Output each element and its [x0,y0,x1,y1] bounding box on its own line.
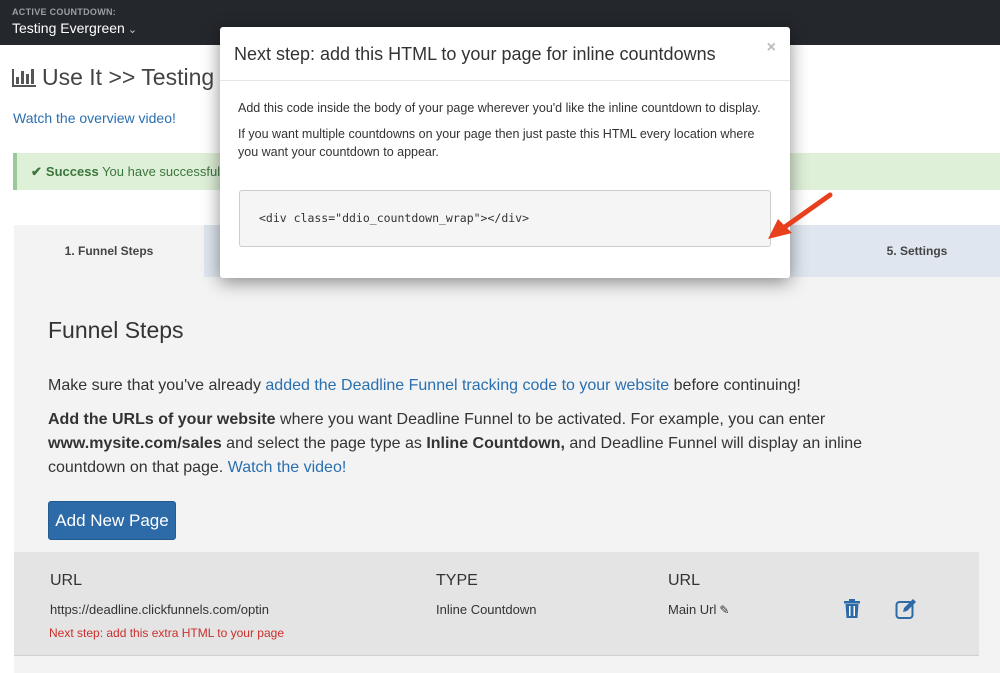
countdown-name: Testing Evergreen [12,20,125,36]
next-step-link[interactable]: Next step: add this extra HTML to your p… [49,626,284,640]
chevron-down-icon: ⌄ [127,24,138,36]
alert-strong: Success [45,164,99,179]
countdown-selector[interactable]: Testing Evergreen ⌄ [12,20,137,36]
code-box[interactable]: <div class="ddio_countdown_wrap"></div> [239,190,771,247]
main-content: 1. Funnel Steps 5. Settings Funnel Steps… [14,225,1000,673]
p2-bold-2: www.mysite.com/sales [48,435,222,452]
alert-text: You have successfully [102,164,230,179]
modal-header: Next step: add this HTML to your page fo… [220,27,790,81]
page-title-text: Use It >> Testing Ev [42,64,248,90]
pencil-icon[interactable]: ✎ [719,603,729,617]
modal-instruction-2: If you want multiple countdowns on your … [238,127,755,159]
row-url-type-cell[interactable]: Main Url ✎ [668,602,729,617]
row-type: Inline Countdown [436,602,537,617]
row-url-type: Main Url [668,602,717,617]
tracking-code-link[interactable]: added the Deadline Funnel tracking code … [265,377,669,394]
header-type: TYPE [436,572,478,589]
p2-bold-3: Inline Countdown, [426,435,565,452]
p2-text-1: where you want Deadline Funnel to be act… [275,411,826,428]
overview-video-link[interactable]: Watch the overview video! [13,110,176,126]
html-snippet[interactable]: <div class="ddio_countdown_wrap"></div> [259,211,529,225]
instructions-modal: Next step: add this HTML to your page fo… [220,27,833,278]
tab-funnel-steps[interactable]: 1. Funnel Steps [14,225,204,277]
p1-prefix: Make sure that you've already [48,377,266,394]
edit-icon[interactable] [894,597,918,621]
page-title: Use It >> Testing Ev [12,64,247,91]
close-icon[interactable]: × [767,39,776,57]
watch-video-link[interactable]: Watch the video! [228,459,347,476]
p2-text-2: and select the page type as [221,435,427,452]
red-arrow-icon [768,192,833,239]
modal-instruction-1: Add this code inside the body of your pa… [238,101,761,115]
active-countdown-label: ACTIVE COUNTDOWN: [12,7,117,17]
row-url: https://deadline.clickfunnels.com/optin [50,602,269,617]
tracking-paragraph: Make sure that you've already added the … [48,374,878,398]
trash-icon[interactable] [840,597,864,621]
check-icon: ✔ [31,164,42,179]
section-title: Funnel Steps [48,317,184,343]
tab-settings[interactable]: 5. Settings [834,225,1000,277]
header-url: URL [50,572,83,589]
urls-paragraph: Add the URLs of your website where you w… [48,408,878,480]
header-url-type: URL [668,572,701,589]
p1-suffix: before continuing! [669,377,801,394]
pages-table: URL TYPE URL https://deadline.clickfunne… [14,552,979,656]
bar-chart-icon [12,68,36,87]
modal-body: Add this code inside the body of your pa… [238,99,768,169]
modal-title: Next step: add this HTML to your page fo… [234,44,716,64]
add-new-page-button[interactable]: Add New Page [48,501,176,540]
p2-bold-1: Add the URLs of your website [48,411,276,428]
